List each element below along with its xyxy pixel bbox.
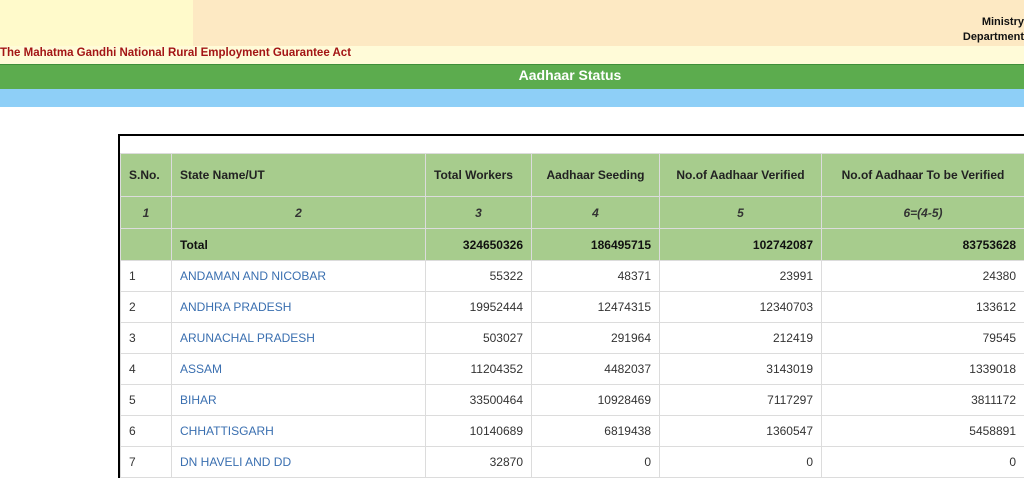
table-row: 5 BIHAR 33500464 10928469 7117297 381117…	[120, 384, 1024, 416]
col-number: 6=(4-5)	[821, 196, 1024, 229]
cell-sno: 3	[120, 322, 172, 354]
col-number: 2	[171, 196, 426, 229]
state-link[interactable]: CHHATTISGARH	[171, 415, 426, 447]
ministry-line: Ministry	[981, 16, 1024, 28]
cell-verified: 1360547	[659, 415, 822, 447]
ministry-heading: Ministry Department	[963, 15, 1024, 45]
cell-verified: 23991	[659, 260, 822, 292]
cell-sno: 7	[120, 446, 172, 478]
cell-aadhaar-seeding: 10928469	[531, 384, 660, 416]
total-verified: 102742087	[659, 228, 822, 261]
cell-verified: 0	[659, 446, 822, 478]
table-row: 7 DN HAVELI AND DD 32870 0 0 0	[120, 446, 1024, 478]
blue-divider-bar	[0, 89, 1024, 107]
col-number: 1	[120, 196, 172, 229]
table-row: 4 ASSAM 11204352 4482037 3143019 1339018	[120, 353, 1024, 385]
col-header-aadhaar-seeding: Aadhaar Seeding	[531, 153, 660, 197]
table-row: 6 CHHATTISGARH 10140689 6819438 1360547 …	[120, 415, 1024, 447]
column-number-row: 1 2 3 4 5 6=(4-5)	[120, 196, 1024, 229]
cell-aadhaar-seeding: 291964	[531, 322, 660, 354]
cell-verified: 7117297	[659, 384, 822, 416]
cell-total-workers: 32870	[425, 446, 532, 478]
table-row: 2 ANDHRA PRADESH 19952444 12474315 12340…	[120, 291, 1024, 323]
cell-sno: 5	[120, 384, 172, 416]
table-row: 1 ANDAMAN AND NICOBAR 55322 48371 23991 …	[120, 260, 1024, 292]
col-number: 4	[531, 196, 660, 229]
cell-aadhaar-seeding: 6819438	[531, 415, 660, 447]
col-header-state: State Name/UT	[171, 153, 426, 197]
cell-verified: 3143019	[659, 353, 822, 385]
cell-to-be-verified: 0	[821, 446, 1024, 478]
act-title: The Mahatma Gandhi National Rural Employ…	[0, 47, 352, 59]
col-header-verified: No.of Aadhaar Verified	[659, 153, 822, 197]
total-to-be-verified: 83753628	[821, 228, 1024, 261]
cell-sno: 6	[120, 415, 172, 447]
cell-total-workers: 503027	[425, 322, 532, 354]
cell-total-workers: 33500464	[425, 384, 532, 416]
cell-total-workers: 19952444	[425, 291, 532, 323]
state-link[interactable]: ANDHRA PRADESH	[171, 291, 426, 323]
cell-to-be-verified: 79545	[821, 322, 1024, 354]
aadhaar-status-table: S.No. State Name/UT Total Workers Aadhaa…	[118, 134, 1024, 478]
state-link[interactable]: ARUNACHAL PRADESH	[171, 322, 426, 354]
col-number: 3	[425, 196, 532, 229]
cell-aadhaar-seeding: 4482037	[531, 353, 660, 385]
state-link[interactable]: ASSAM	[171, 353, 426, 385]
cell-sno: 4	[120, 353, 172, 385]
cell-to-be-verified: 5458891	[821, 415, 1024, 447]
state-link[interactable]: BIHAR	[171, 384, 426, 416]
total-aadhaar-seeding: 186495715	[531, 228, 660, 261]
cell-aadhaar-seeding: 0	[531, 446, 660, 478]
cell-verified: 212419	[659, 322, 822, 354]
col-header-sno: S.No.	[120, 153, 172, 197]
col-header-to-be-verified: No.of Aadhaar To be Verified	[821, 153, 1024, 197]
cell-total-workers: 11204352	[425, 353, 532, 385]
department-line: Department	[962, 31, 1024, 43]
cell-total-workers: 10140689	[425, 415, 532, 447]
page-title: Aadhaar Status	[518, 67, 622, 83]
state-link[interactable]: DN HAVELI AND DD	[171, 446, 426, 478]
total-row: Total 324650326 186495715 102742087 8375…	[120, 228, 1024, 261]
state-link[interactable]: ANDAMAN AND NICOBAR	[171, 260, 426, 292]
cell-aadhaar-seeding: 12474315	[531, 291, 660, 323]
header-row: S.No. State Name/UT Total Workers Aadhaa…	[120, 153, 1024, 197]
col-header-total-workers: Total Workers	[425, 153, 532, 197]
total-label: Total	[171, 228, 426, 261]
cell-total-workers: 55322	[425, 260, 532, 292]
col-number: 5	[659, 196, 822, 229]
total-workers: 324650326	[425, 228, 532, 261]
top-banner-left	[0, 0, 193, 46]
cell-aadhaar-seeding: 48371	[531, 260, 660, 292]
cell-to-be-verified: 3811172	[821, 384, 1024, 416]
cell-to-be-verified: 133612	[821, 291, 1024, 323]
cell-verified: 12340703	[659, 291, 822, 323]
cell-to-be-verified: 24380	[821, 260, 1024, 292]
table-caption-area	[120, 136, 1024, 153]
cell-to-be-verified: 1339018	[821, 353, 1024, 385]
cell-sno: 2	[120, 291, 172, 323]
table-row: 3 ARUNACHAL PRADESH 503027 291964 212419…	[120, 322, 1024, 354]
cell-sno: 1	[120, 260, 172, 292]
total-sno	[120, 228, 172, 261]
